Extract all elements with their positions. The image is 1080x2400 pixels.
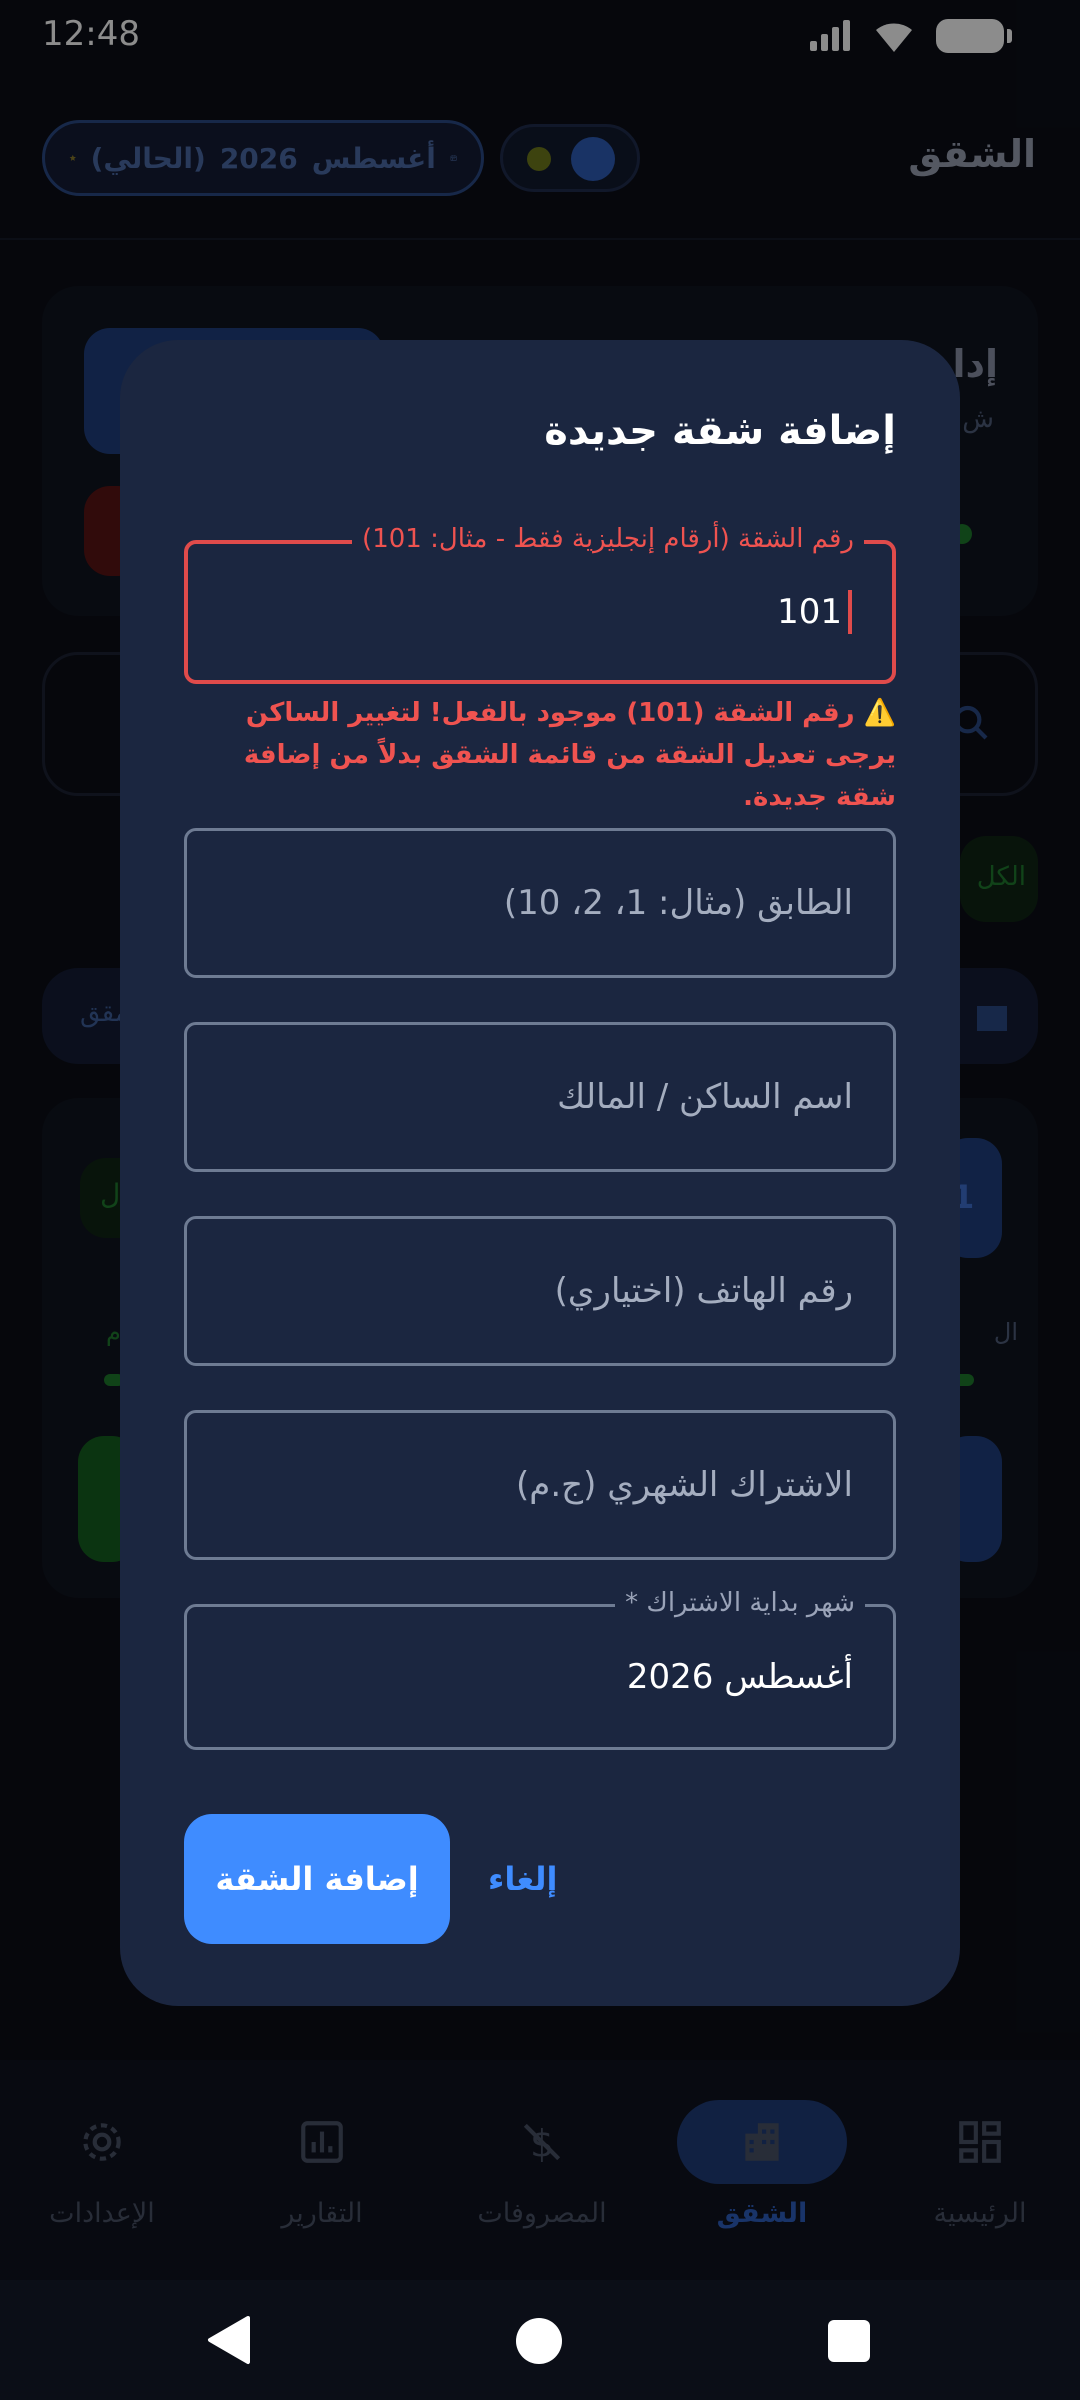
add-apartment-button[interactable]: إضافة الشقة [184,1814,450,1944]
apartment-number-field[interactable]: رقم الشقة (أرقام إنجليزية فقط - مثال: 10… [184,524,896,684]
cancel-button[interactable]: إلغاء [488,1814,557,1944]
recents-icon[interactable] [828,2320,870,2362]
floor-field[interactable]: الطابق (مثال: 1، 2، 10) [184,828,896,978]
resident-name-placeholder: اسم الساكن / المالك [557,1077,853,1117]
subscription-start-month-value: أغسطس 2026 [626,1657,853,1697]
error-text: رقم الشقة (101) موجود بالفعل! لتغيير الس… [243,698,896,812]
floor-placeholder: الطابق (مثال: 1، 2، 10) [503,883,853,923]
subscription-start-month-field[interactable]: شهر بداية الاشتراك * أغسطس 2026 [184,1588,896,1750]
back-icon[interactable] [204,2314,252,2366]
dialog-title: إضافة شقة جديدة [544,408,896,454]
text-cursor [848,590,852,634]
monthly-subscription-field[interactable]: الاشتراك الشهري (ج.م) [184,1410,896,1560]
monthly-subscription-placeholder: الاشتراك الشهري (ج.م) [516,1465,853,1505]
add-apartment-dialog: إضافة شقة جديدة رقم الشقة (أرقام إنجليزي… [120,340,960,2006]
system-navigation-bar [0,2280,1080,2400]
apartment-number-error: ⚠️ رقم الشقة (101) موجود بالفعل! لتغيير … [184,692,896,818]
phone-field[interactable]: رقم الهاتف (اختياري) [184,1216,896,1366]
apartment-number-value: 101 [777,592,842,632]
phone-placeholder: رقم الهاتف (اختياري) [554,1271,853,1311]
warning-icon: ⚠️ [863,698,896,728]
resident-name-field[interactable]: اسم الساكن / المالك [184,1022,896,1172]
home-icon[interactable] [516,2318,562,2364]
